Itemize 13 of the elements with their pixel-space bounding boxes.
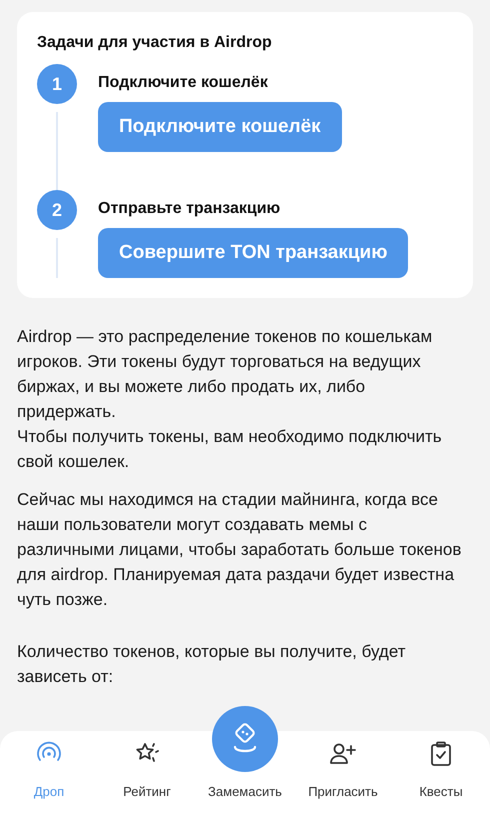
card-title: Задачи для участия в Airdrop: [37, 34, 273, 52]
paragraph: Airdrop — это распределение токенов по кошелькам игроков. Эти токены будут торговаться на ведущих биржах, и вы можете либо продать их, либо придержать. Чтобы получить токены, вам необходимо подключить свой кошелек.: [17, 326, 443, 473]
step-label: Подключите кошелёк: [98, 74, 268, 92]
nav-tab[interactable]: Замемасить: [208, 784, 282, 799]
nav-tab[interactable]: Квесты: [392, 731, 490, 819]
paragraph: Количество токенов, которые вы получите, будет зависеть от:: [17, 641, 407, 688]
step-label: Отправьте транзакцию: [98, 200, 280, 218]
nav-tab[interactable]: Пригласить: [294, 731, 392, 819]
step-number: 1: [37, 64, 77, 104]
clipboard-check-icon: [428, 740, 454, 768]
nav-tab[interactable]: Рейтинг: [98, 731, 196, 819]
step-number: 2: [37, 190, 77, 230]
paragraph: Сейчас мы находимся на стадии майнинга, когда все наши пользователи могут создавать мемы с различными лицами, чтобы заработать больше токенов для аirdrop. Планируемая дата раздачи будет известна чуть позже.: [17, 489, 462, 611]
